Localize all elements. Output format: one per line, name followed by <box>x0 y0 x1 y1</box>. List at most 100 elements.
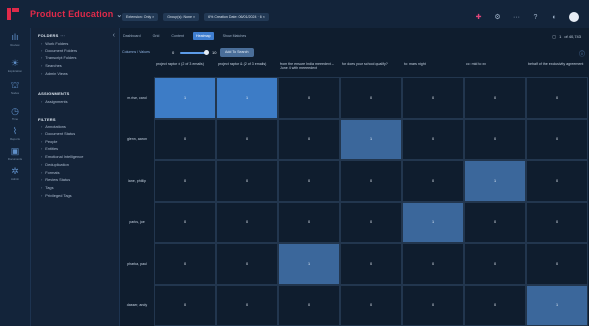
rail-item-nodes[interactable]: ⛫ Nodes <box>0 80 30 95</box>
heatmap-cell[interactable]: 0 <box>464 243 526 285</box>
row-label[interactable]: parks, joe <box>120 220 154 224</box>
tab-heatmap[interactable]: Heatmap <box>192 32 214 40</box>
filter-item[interactable]: › Tags <box>41 185 54 190</box>
app-title[interactable]: Product Education ⌄ <box>30 9 122 19</box>
app-logo-icon[interactable] <box>6 7 20 21</box>
filter-item[interactable]: › Privileged Tags <box>41 193 72 198</box>
tab-show-matches[interactable]: Show Matches <box>220 32 250 40</box>
filter-item[interactable]: › Document Status <box>41 131 75 136</box>
heatmap-cell[interactable]: 0 <box>278 77 340 119</box>
filter-item[interactable]: › Formats <box>41 170 60 175</box>
tab-content[interactable]: Content <box>168 32 187 40</box>
row-label[interactable]: dasser, andy <box>120 303 154 307</box>
heatmap-cell[interactable]: 0 <box>464 118 526 160</box>
folder-item[interactable]: › Searches <box>41 63 62 68</box>
column-header[interactable]: from the ensure India meeedext – June 4 … <box>280 59 338 76</box>
heatmap-cell[interactable]: 0 <box>216 201 278 243</box>
filter-chip[interactable]: Group(s): None × <box>163 13 200 21</box>
heatmap-cell[interactable]: 0 <box>526 160 588 202</box>
filter-chip[interactable]: Extension: Only × <box>122 13 159 21</box>
heatmap-cell[interactable]: 0 <box>340 201 402 243</box>
heatmap-cell[interactable]: 0 <box>216 243 278 285</box>
heatmap-cell[interactable]: 0 <box>402 77 464 119</box>
more-icon[interactable]: ··· <box>61 33 66 38</box>
heatmap-cell[interactable]: 1 <box>464 160 526 202</box>
folder-item[interactable]: › Transcript Folders <box>41 55 77 60</box>
heatmap-cell[interactable]: 0 <box>340 77 402 119</box>
row-label[interactable]: m.rise, carol <box>120 96 154 100</box>
heatmap-cell[interactable]: 0 <box>154 201 216 243</box>
filter-item[interactable]: › Deduplication <box>41 162 69 167</box>
heatmap-cell[interactable]: 0 <box>154 160 216 202</box>
column-header[interactable]: cc: mid to xx <box>466 59 524 76</box>
help-icon[interactable]: ? <box>531 13 540 22</box>
filter-item[interactable]: › Annotations <box>41 124 66 129</box>
heatmap-cell[interactable]: 0 <box>526 243 588 285</box>
tab-dashboard[interactable]: Dashboard <box>120 32 144 40</box>
heatmap-cell[interactable]: 0 <box>278 118 340 160</box>
document-icon[interactable]: ▢ <box>552 34 556 39</box>
rail-item-review[interactable]: ılı Review <box>0 32 30 47</box>
filter-item[interactable]: › Emotional Intelligence <box>41 154 83 159</box>
heatmap-cell[interactable]: 1 <box>402 201 464 243</box>
heatmap-cell[interactable]: 0 <box>526 118 588 160</box>
heatmap-cell[interactable]: 0 <box>464 284 526 326</box>
heatmap-cell[interactable]: 0 <box>464 201 526 243</box>
slider-handle[interactable] <box>204 50 209 55</box>
rail-item-admin[interactable]: ✲ Admin <box>0 166 30 181</box>
rail-item-time[interactable]: ◷ Time <box>0 106 30 121</box>
heatmap-cell[interactable]: 0 <box>402 160 464 202</box>
heatmap-cell[interactable]: 1 <box>340 118 402 160</box>
row-label[interactable]: pharka, paul <box>120 262 154 266</box>
filter-chip[interactable]: 6% Creation Date: 06/01/2024 · 6 × <box>204 13 269 21</box>
folder-item[interactable]: › Admin Views <box>41 71 68 76</box>
filter-item[interactable]: › Review Status <box>41 177 70 182</box>
heatmap-cell[interactable]: 0 <box>340 160 402 202</box>
gear-icon[interactable]: ⚙ <box>493 13 502 22</box>
add-to-search-button[interactable]: Add To Search <box>220 48 254 57</box>
heatmap-cell[interactable]: 0 <box>216 118 278 160</box>
heatmap-cell[interactable]: 0 <box>402 118 464 160</box>
heatmap-cell[interactable]: 0 <box>526 201 588 243</box>
grid-icon[interactable]: ✚ <box>474 13 483 22</box>
assignment-item[interactable]: › Assignments <box>41 99 68 104</box>
heatmap-cell[interactable]: 0 <box>526 77 588 119</box>
heatmap-cell[interactable]: 0 <box>216 160 278 202</box>
heatmap-cell[interactable]: 1 <box>216 77 278 119</box>
heatmap-cell[interactable]: 0 <box>278 284 340 326</box>
rail-item-documents[interactable]: ▣ Documents <box>0 146 30 161</box>
more-icon[interactable]: ··· <box>512 13 521 22</box>
column-header[interactable]: for does your school qualify? <box>342 59 400 76</box>
row-label[interactable]: lane, phillip <box>120 179 154 183</box>
info-icon[interactable]: ⓘ <box>579 49 585 58</box>
row-label[interactable]: glenn, aaron <box>120 137 154 141</box>
folder-item[interactable]: › Document Folders <box>41 48 77 53</box>
heatmap-cell[interactable]: 1 <box>278 243 340 285</box>
column-header[interactable]: project raptor & (2 of 3 emails) <box>218 59 276 76</box>
heatmap-cell[interactable]: 0 <box>402 243 464 285</box>
heatmap-cell[interactable]: 0 <box>402 284 464 326</box>
heatmap-cell[interactable]: 0 <box>216 284 278 326</box>
heatmap-cell[interactable]: 1 <box>154 77 216 119</box>
heatmap-cell[interactable]: 0 <box>340 243 402 285</box>
range-slider[interactable] <box>180 52 206 54</box>
heatmap-cell[interactable]: 0 <box>154 243 216 285</box>
folder-item[interactable]: › Work Folders <box>41 41 68 46</box>
column-header[interactable]: project raptor ± (2 of 3 emails) <box>156 59 214 76</box>
heatmap-cell[interactable]: 0 <box>464 77 526 119</box>
controls-label[interactable]: Columns / Values <box>122 50 150 54</box>
heatmap-cell[interactable]: 0 <box>278 201 340 243</box>
column-header[interactable]: behalf of the exclusivity agreement <box>528 59 586 76</box>
moon-icon[interactable]: ◐ <box>550 13 559 22</box>
tab-grid[interactable]: Grid <box>150 32 163 40</box>
column-header[interactable]: to: mars night <box>404 59 462 76</box>
heatmap-cell[interactable]: 1 <box>526 284 588 326</box>
heatmap-cell[interactable]: 0 <box>154 118 216 160</box>
rail-item-reports[interactable]: ⌇ Reports <box>0 126 30 141</box>
heatmap-cell[interactable]: 0 <box>154 284 216 326</box>
avatar[interactable] <box>569 12 579 22</box>
filter-item[interactable]: › Entities <box>41 146 58 151</box>
heatmap-cell[interactable]: 0 <box>340 284 402 326</box>
rail-item-exploration[interactable]: ☀ Exploration <box>0 58 30 73</box>
filter-item[interactable]: › People <box>41 139 57 144</box>
